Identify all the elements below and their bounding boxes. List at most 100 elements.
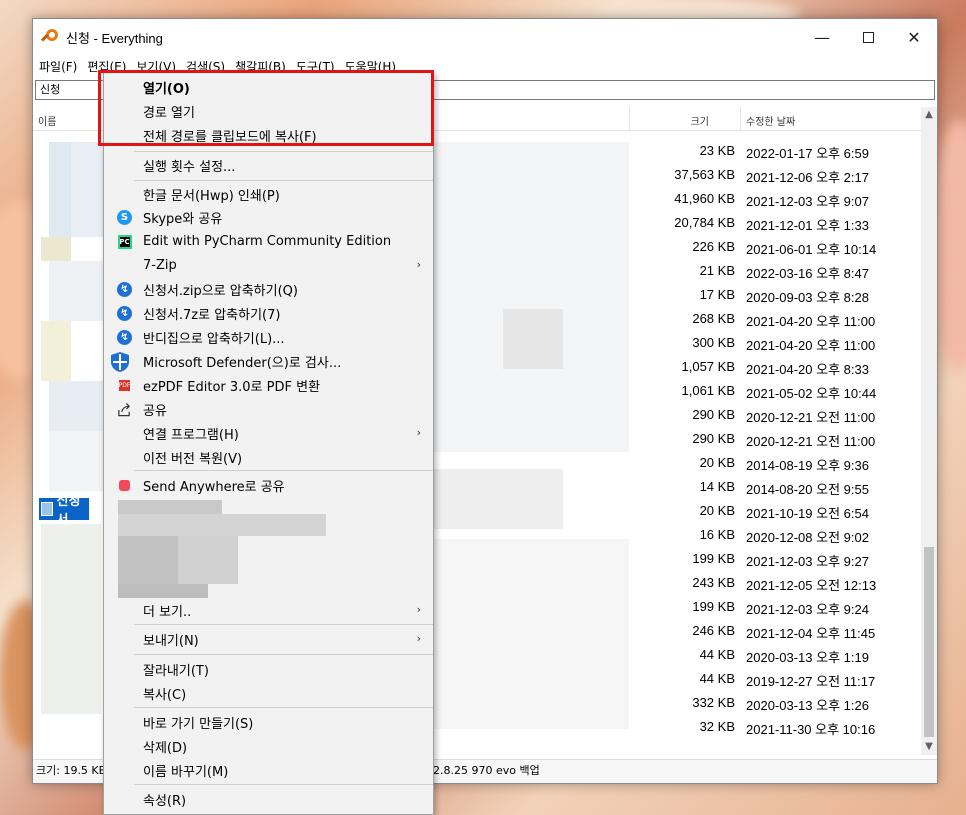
row-date: 2022-01-17 오후 6:59 [746,146,869,161]
scroll-down-icon[interactable]: ▼ [921,739,937,755]
send-anywhere-icon [117,478,132,493]
minimize-button[interactable]: — [799,19,845,55]
bandizip-icon: ↯ [117,306,132,321]
maximize-icon [862,31,874,43]
row-size: 199 KB [692,551,735,566]
menu-item-share[interactable]: 공유 [104,398,433,421]
row-size: 14 KB [699,479,735,494]
menu-item-pycharm[interactable]: PC Edit with PyCharm Community Edition [104,230,433,253]
column-modified[interactable]: 수정한 날짜 [746,113,795,128]
menu-separator [134,180,433,181]
menu-item-open-with[interactable]: 연결 프로그램(H) › [104,422,433,445]
row-size: 17 KB [699,287,735,302]
menu-item-properties[interactable]: 속성(R) [104,788,433,811]
row-size: 246 KB [692,623,735,638]
skype-icon: S [117,210,132,225]
menu-item-bandizip[interactable]: ↯ 반디집으로 압축하기(L)... [104,326,433,349]
menu-item-delete[interactable]: 삭제(D) [104,735,433,758]
menu-item-send-to[interactable]: 보내기(N) › [104,628,433,651]
row-date: 2021-12-04 오후 11:45 [746,626,876,641]
row-size: 226 KB [692,239,735,254]
submenu-arrow-icon: › [416,603,421,616]
row-date: 2019-12-27 오전 11:17 [746,674,876,689]
menu-item-cut[interactable]: 잘라내기(T) [104,658,433,681]
menu-separator [134,707,433,708]
menu-separator [134,784,433,785]
row-size: 41,960 KB [674,191,735,206]
menu-item-ezpdf[interactable]: PDF ezPDF Editor 3.0로 PDF 변환 [104,374,433,397]
row-size: 290 KB [692,407,735,422]
row-date: 2021-04-20 오후 11:00 [746,338,876,353]
row-date: 2021-12-05 오전 12:13 [746,578,877,593]
menu-item-skype-share[interactable]: S Skype와 공유 [104,206,433,229]
row-date: 2014-08-20 오전 9:55 [746,482,869,497]
close-button[interactable]: ✕ [891,19,937,55]
row-size: 199 KB [692,599,735,614]
bandizip-icon: ↯ [117,330,132,345]
menu-item-more[interactable]: 더 보기.. › [104,599,433,622]
menu-item-rename[interactable]: 이름 바꾸기(M) [104,759,433,782]
row-size: 332 KB [692,695,735,710]
row-date: 2021-12-06 오후 2:17 [746,170,869,185]
row-size: 268 KB [692,311,735,326]
menu-item-run-count[interactable]: 실행 횟수 설정... [104,154,433,177]
menu-separator [134,624,433,625]
row-size: 16 KB [699,527,735,542]
row-size: 32 KB [699,719,735,734]
row-date: 2014-08-19 오후 9:36 [746,458,869,473]
row-size: 37,563 KB [674,167,735,182]
window-title: 신청 - Everything [66,30,163,46]
row-size: 44 KB [699,671,735,686]
row-date: 2021-12-03 오후 9:27 [746,554,869,569]
menu-item-defender[interactable]: Microsoft Defender(으)로 검사... [104,350,433,373]
menu-item-open-path[interactable]: 경로 열기 [104,100,433,123]
menu-item-zip-compress[interactable]: ↯ 신청서.zip으로 압축하기(Q) [104,278,433,301]
menu-item-open[interactable]: 열기(O) [104,76,433,99]
defender-shield-icon [109,351,131,373]
column-divider[interactable] [629,107,630,130]
menu-item-restore-versions[interactable]: 이전 버전 복원(V) [104,446,433,469]
row-date: 2020-03-13 오후 1:19 [746,650,869,665]
row-date: 2021-12-03 오후 9:24 [746,602,869,617]
column-name[interactable]: 이름 [38,113,56,128]
scrollbar-thumb[interactable] [924,547,934,737]
scroll-up-icon[interactable]: ▲ [921,107,937,123]
submenu-arrow-icon: › [416,426,421,439]
column-size[interactable]: 크기 [691,113,709,128]
row-size: 300 KB [692,335,735,350]
column-divider[interactable] [740,107,741,130]
row-date: 2021-04-20 오후 11:00 [746,314,876,329]
menu-file[interactable]: 파일(F) [39,58,77,75]
submenu-arrow-icon: › [416,632,421,645]
row-size: 44 KB [699,647,735,662]
maximize-button[interactable] [845,19,891,55]
row-date: 2021-04-20 오후 8:33 [746,362,869,377]
row-date: 2021-06-01 오후 10:14 [746,242,877,257]
row-date: 2020-12-21 오전 11:00 [746,410,876,425]
row-size: 1,061 KB [681,383,736,398]
row-size: 290 KB [692,431,735,446]
menu-item-send-anywhere[interactable]: Send Anywhere로 공유 [104,474,433,497]
menu-item-copy[interactable]: 복사(C) [104,682,433,705]
menu-item-copy-full-path[interactable]: 전체 경로를 클립보드에 복사(F) [104,124,433,147]
ezpdf-icon: PDF [118,380,131,391]
row-date: 2020-03-13 오후 1:26 [746,698,869,713]
pycharm-icon: PC [117,234,132,249]
menu-item-7z-compress[interactable]: ↯ 신청서.7z로 압축하기(7) [104,302,433,325]
menu-separator [134,470,433,471]
row-size: 20,784 KB [674,215,735,230]
menu-item-7zip[interactable]: 7-Zip › [104,254,433,277]
menu-item-hwp-print[interactable]: 한글 문서(Hwp) 인쇄(P) [104,183,433,206]
row-date: 2021-11-30 오후 10:16 [746,722,876,737]
row-size: 21 KB [699,263,735,278]
row-date: 2022-03-16 오후 8:47 [746,266,869,281]
submenu-arrow-icon: › [416,258,421,271]
menu-separator [134,654,433,655]
row-size: 243 KB [692,575,735,590]
context-menu: 열기(O) 경로 열기 전체 경로를 클립보드에 복사(F) 실행 횟수 설정.… [103,72,434,815]
vertical-scrollbar[interactable]: ▲ ▼ [921,107,937,755]
menu-separator [134,151,433,152]
row-size: 20 KB [699,503,735,518]
menu-item-create-shortcut[interactable]: 바로 가기 만들기(S) [104,711,433,734]
row-size: 23 KB [699,143,735,158]
